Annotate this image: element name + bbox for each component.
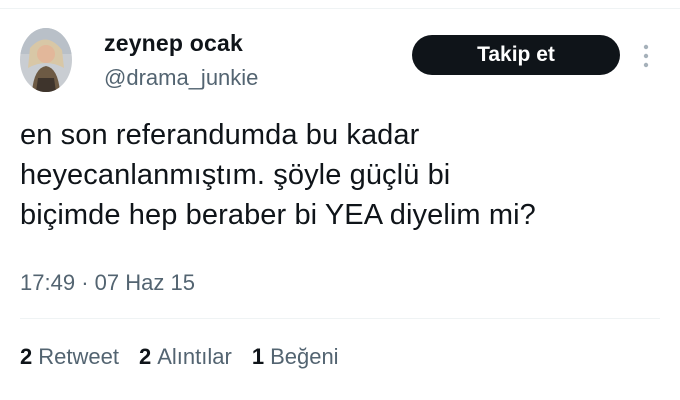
retweets-stat[interactable]: 2 Retweet (20, 344, 119, 370)
likes-label: Beğeni (270, 344, 339, 369)
quotes-label: Alıntılar (157, 344, 232, 369)
more-dots-icon (643, 44, 649, 68)
stats-divider (20, 318, 660, 319)
tweet-time[interactable]: 17:49 (20, 270, 75, 295)
quotes-count: 2 (138, 344, 152, 369)
tweet-text-line: en son referandumda bu kadar (20, 119, 420, 151)
quotes-stat[interactable]: 2 Alıntılar (139, 344, 232, 370)
avatar-photo (20, 28, 72, 92)
avatar[interactable] (20, 28, 72, 92)
retweets-count: 2 (20, 344, 33, 369)
follow-button[interactable]: Takip et (412, 35, 620, 75)
tweet-text-line: biçimde hep beraber bi YEA diyelim mi? (20, 199, 536, 231)
likes-count: 1 (251, 344, 265, 369)
tweet-meta: 17:49 · 07 Haz 15 (20, 270, 195, 296)
meta-separator: · (81, 270, 89, 295)
retweets-label: Retweet (38, 344, 119, 369)
user-handle[interactable]: @drama_junkie (104, 65, 258, 91)
tweet-date[interactable]: 07 Haz 15 (95, 270, 195, 295)
tweet-text-line: heyecanlanmıştım. şöyle güçlü bi (20, 159, 451, 191)
engagement-stats: 2 Retweet 2 Alıntılar 1 Beğeni (20, 344, 359, 370)
more-options-button[interactable] (638, 42, 654, 70)
display-name[interactable]: zeynep ocak (104, 30, 243, 57)
top-divider (0, 8, 680, 9)
likes-stat[interactable]: 1 Beğeni (252, 344, 339, 370)
tweet-text: en son referandumda bu kadar heyecanlanm… (20, 115, 670, 235)
